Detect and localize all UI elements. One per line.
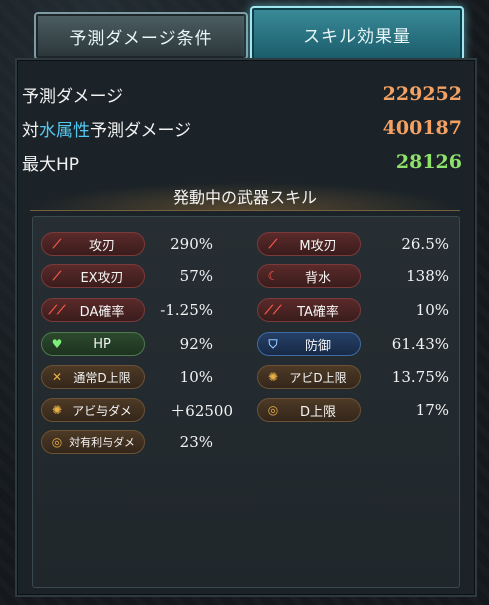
skill-label: EX攻刃: [80, 270, 124, 286]
skill-value: ＋62500: [170, 401, 233, 420]
skill-value: 57%: [179, 267, 213, 285]
skill-label: M攻刃: [299, 238, 337, 254]
attr-name: 水属性: [39, 120, 90, 141]
skill-badge: ⟋ M攻刃: [257, 232, 361, 256]
skill-label: 防御: [304, 338, 331, 354]
attr-damage-row: 対水属性予測ダメージ 400187: [22, 113, 462, 143]
skill-badge: ✺ アビD上限: [257, 365, 361, 389]
skill-value: 290%: [170, 235, 213, 253]
damage-cap-icon: ✕: [51, 370, 63, 384]
skill-label: 攻刃: [88, 238, 115, 254]
skill-label: 対有利与ダメ: [69, 436, 135, 449]
sword-icon: ⟋: [52, 236, 62, 251]
ability-damage-icon: ✺: [51, 403, 63, 417]
predicted-damage-row: 予測ダメージ 229252: [22, 79, 462, 109]
triple-attack-icon: ⟋⟋: [264, 302, 282, 317]
skill-badge: ☾ 背水: [257, 264, 361, 288]
predicted-damage-value: 229252: [382, 83, 462, 105]
skill-badge: ⛉ 防御: [257, 332, 361, 356]
weapon-skill-list: ⟋ 攻刃 290% ⟋ EX攻刃 57% ⟋⟋ DA確率 -1.25% ♥ HP 92%…: [32, 216, 460, 588]
skill-badge: ◎ 対有利与ダメ: [41, 430, 145, 454]
skill-badge: ✺ アビ与ダメ: [41, 398, 145, 422]
skill-item: ⟋ M攻刃 26.5%: [257, 231, 449, 257]
attr-prefix: 対: [22, 120, 39, 141]
double-attack-icon: ⟋⟋: [48, 302, 66, 317]
skill-value: 138%: [406, 267, 449, 285]
max-hp-row: 最大HP 28126: [22, 147, 462, 177]
wave-icon: ☾: [267, 269, 279, 283]
skill-label: DA確率: [79, 304, 125, 320]
skill-label: アビD上限: [289, 370, 347, 385]
skill-label: 背水: [304, 270, 331, 286]
sword-icon: ⟋: [52, 268, 62, 283]
skill-value: 61.43%: [391, 335, 449, 353]
skill-item: ✕ 通常D上限 10%: [41, 364, 213, 390]
skill-item: ♥ HP 92%: [41, 331, 213, 357]
attr-suffix: 予測ダメージ: [90, 120, 192, 141]
skill-item: ✺ アビD上限 13.75%: [257, 364, 449, 390]
active-weapon-skills-title: 発動中の武器スキル: [30, 182, 460, 211]
skill-badge: ⟋⟋ DA確率: [41, 298, 145, 322]
ability-cap-icon: ✺: [267, 370, 279, 384]
tab-damage-conditions[interactable]: 予測ダメージ条件: [34, 12, 248, 60]
skill-badge: ⟋ 攻刃: [41, 232, 145, 256]
skill-item: ☾ 背水 138%: [257, 263, 449, 289]
sword-icon: ⟋: [268, 236, 278, 251]
skill-value: 26.5%: [401, 235, 449, 253]
tab-skill-effect[interactable]: スキル効果量: [250, 6, 464, 62]
max-hp-label: 最大HP: [22, 154, 80, 175]
attr-damage-value: 400187: [382, 117, 462, 139]
predicted-damage-label: 予測ダメージ: [22, 86, 124, 107]
skill-value: 92%: [179, 335, 213, 353]
skill-badge: ⟋⟋ TA確率: [257, 298, 361, 322]
ring-icon: ◎: [267, 403, 279, 417]
skill-item: ⟋ 攻刃 290%: [41, 231, 213, 257]
skill-value: 10%: [415, 301, 449, 319]
skill-item: ⟋ EX攻刃 57%: [41, 263, 213, 289]
skill-item: ⟋⟋ TA確率 10%: [257, 297, 449, 323]
skill-item: ◎ 対有利与ダメ 23%: [41, 429, 213, 455]
heart-icon: ♥: [51, 337, 63, 351]
skill-value: 10%: [179, 368, 213, 386]
skill-label: TA確率: [297, 304, 339, 320]
skill-value: -1.25%: [160, 301, 213, 319]
skill-label: アビ与ダメ: [72, 403, 132, 418]
skill-value: 17%: [415, 401, 449, 419]
skill-item: ⛉ 防御 61.43%: [257, 331, 449, 357]
skill-label: HP: [93, 336, 111, 352]
skill-badge: ♥ HP: [41, 332, 145, 356]
skill-item: ✺ アビ与ダメ ＋62500: [41, 397, 233, 423]
skill-value: 13.75%: [391, 368, 449, 386]
attr-damage-label: 対水属性予測ダメージ: [22, 116, 191, 141]
skill-item: ◎ D上限 17%: [257, 397, 449, 423]
skill-badge: ✕ 通常D上限: [41, 365, 145, 389]
skill-value: 23%: [179, 433, 213, 451]
skill-label: D上限: [299, 404, 336, 420]
skill-badge: ⟋ EX攻刃: [41, 264, 145, 288]
ring-icon: ◎: [51, 435, 63, 449]
shield-icon: ⛉: [268, 336, 278, 351]
skill-label: 通常D上限: [73, 370, 131, 385]
max-hp-value: 28126: [395, 151, 462, 173]
skill-item: ⟋⟋ DA確率 -1.25%: [41, 297, 213, 323]
skill-badge: ◎ D上限: [257, 398, 361, 422]
